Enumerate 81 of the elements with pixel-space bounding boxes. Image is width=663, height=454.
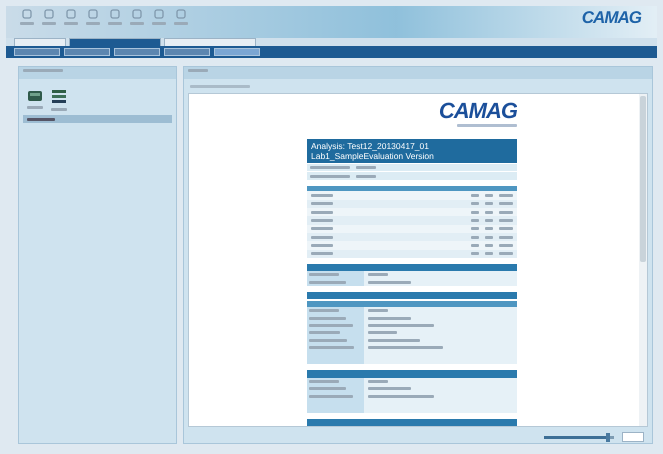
blurred-text-drawing xyxy=(309,280,346,284)
blurred-text-drawing xyxy=(499,210,513,214)
zoom-field[interactable] xyxy=(622,432,644,442)
blurred-text-drawing xyxy=(499,227,513,230)
toolbar-icon[interactable] xyxy=(87,8,99,20)
report-title: Lab1_SampleEvaluation Version xyxy=(311,151,435,161)
tab[interactable] xyxy=(14,38,66,46)
blurred-text-drawing xyxy=(311,244,333,247)
blurred-text-drawing xyxy=(309,394,353,398)
blurred-text-drawing xyxy=(310,174,350,178)
blurred-text-drawing xyxy=(309,346,354,350)
blurred-text-drawing xyxy=(311,252,333,256)
blurred-text-drawing xyxy=(23,69,63,72)
blurred-text-drawing xyxy=(499,252,513,256)
blurred-text-drawing xyxy=(368,338,420,342)
toolbar-icon[interactable] xyxy=(43,8,55,20)
blurred-text-drawing xyxy=(499,194,513,197)
blurred-text-drawing xyxy=(457,124,517,127)
blurred-text-drawing xyxy=(356,174,376,178)
blurred-text-drawing xyxy=(27,106,43,109)
blurred-text-drawing xyxy=(86,22,100,25)
blurred-text-drawing xyxy=(309,387,346,390)
blurred-text-drawing xyxy=(309,309,339,312)
blurred-text-drawing xyxy=(130,22,144,25)
toolbar-button[interactable] xyxy=(114,48,160,56)
blurred-text-drawing xyxy=(311,194,333,197)
toolbar-button[interactable] xyxy=(64,48,110,56)
blurred-text-drawing xyxy=(368,309,388,312)
blurred-text-drawing xyxy=(309,380,339,383)
layers-icon[interactable] xyxy=(51,89,67,105)
toolbar-icon[interactable] xyxy=(175,8,187,20)
blurred-text-drawing xyxy=(368,394,434,398)
blurred-text-drawing xyxy=(311,202,333,206)
blurred-text-drawing xyxy=(356,166,376,170)
toolbar-button[interactable] xyxy=(164,48,210,56)
toolbar-icon[interactable] xyxy=(109,8,121,20)
toolbar-icon[interactable] xyxy=(65,8,77,20)
blurred-text-drawing xyxy=(188,69,208,72)
blurred-text-drawing xyxy=(368,387,411,390)
blurred-text-drawing xyxy=(368,324,434,327)
blurred-text-drawing xyxy=(309,273,339,276)
blurred-text-drawing xyxy=(368,380,388,383)
blurred-text-drawing xyxy=(174,22,188,25)
blurred-text-drawing xyxy=(499,236,513,239)
company-logo: CAMAG xyxy=(582,8,642,28)
blurred-text-drawing xyxy=(499,218,513,222)
blurred-text-drawing xyxy=(311,218,333,222)
blurred-text-drawing xyxy=(64,22,78,25)
blurred-text-drawing xyxy=(20,22,34,25)
toolbar-icon[interactable] xyxy=(21,8,33,20)
toolbar-button[interactable] xyxy=(214,48,260,56)
blurred-text-drawing xyxy=(309,316,346,320)
group-header[interactable] xyxy=(23,115,172,123)
toolbar-button[interactable] xyxy=(14,48,60,56)
blurred-text-drawing xyxy=(499,244,513,247)
blurred-text-drawing xyxy=(310,166,350,170)
blurred-text-drawing xyxy=(190,84,250,88)
blurred-text-drawing xyxy=(368,280,411,284)
tab[interactable] xyxy=(69,38,161,46)
toolbar-icon[interactable] xyxy=(131,8,143,20)
blurred-text-drawing xyxy=(311,227,333,230)
blurred-text-drawing xyxy=(152,22,166,25)
blurred-text-drawing xyxy=(368,273,388,276)
blurred-text-drawing xyxy=(27,118,55,120)
toolbar-icon[interactable] xyxy=(153,8,165,20)
blurred-text-drawing xyxy=(309,331,340,334)
scroll-bar[interactable] xyxy=(639,94,647,426)
plate-icon[interactable] xyxy=(27,89,43,103)
report-logo: CAMAG xyxy=(438,100,517,122)
blurred-text-drawing xyxy=(42,22,56,25)
blurred-text-drawing xyxy=(368,316,411,320)
blurred-text-drawing xyxy=(311,236,333,239)
blurred-text-drawing xyxy=(51,108,67,111)
blurred-text-drawing xyxy=(368,331,397,334)
blurred-text-drawing xyxy=(499,202,513,206)
report-title: Analysis: Test12_20130417_01 xyxy=(311,141,430,151)
blurred-text-drawing xyxy=(309,324,353,327)
blurred-text-drawing xyxy=(108,22,122,25)
blurred-text-drawing xyxy=(309,338,347,342)
blurred-text-drawing xyxy=(311,210,333,214)
tab[interactable] xyxy=(164,38,256,46)
